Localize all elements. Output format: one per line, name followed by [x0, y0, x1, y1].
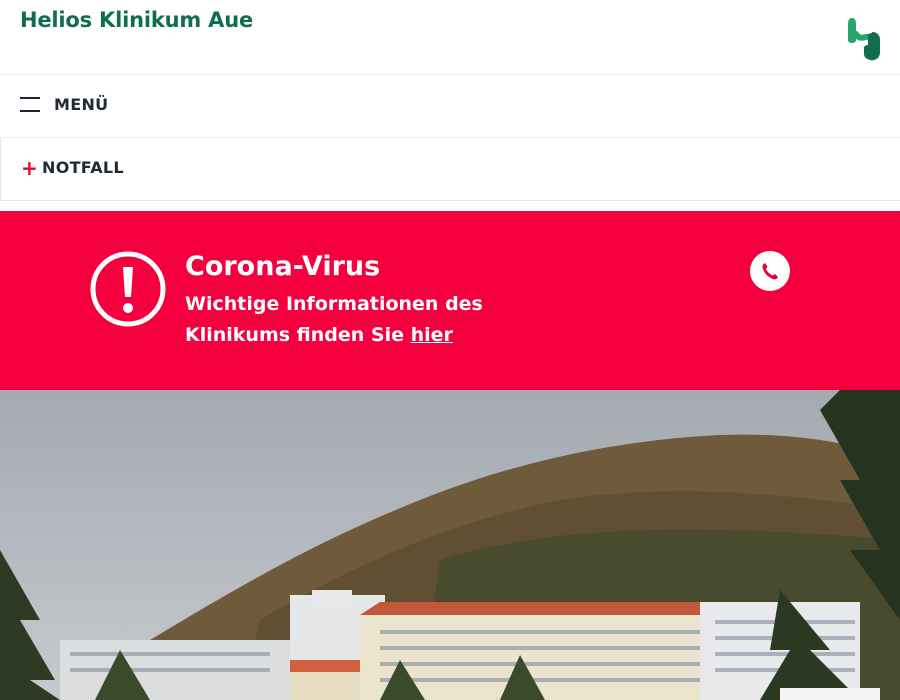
menu-label: MENÜ — [54, 95, 109, 114]
phone-icon — [762, 263, 778, 280]
phone-button[interactable] — [750, 251, 790, 291]
info-link[interactable]: hier — [411, 324, 453, 346]
menu-button[interactable]: MENÜ — [0, 76, 900, 138]
plus-icon: + — [21, 156, 38, 180]
emergency-label: NOTFALL — [42, 158, 124, 177]
clinic-building-photo — [0, 390, 900, 700]
banner-title: Corona-Virus — [185, 251, 381, 282]
banner-text: Wichtige Informationen des Klinikums fin… — [185, 289, 515, 351]
helios-logo-icon[interactable] — [846, 14, 882, 62]
exclamation-circle-icon — [90, 251, 166, 327]
emergency-button[interactable]: + NOTFALL — [0, 138, 900, 201]
hamburger-icon — [20, 97, 40, 113]
site-title[interactable]: Helios Klinikum Aue — [20, 8, 253, 32]
hero-image — [0, 390, 900, 700]
site-header: Helios Klinikum Aue — [0, 0, 900, 75]
corona-banner: Corona-Virus Wichtige Informationen des … — [0, 211, 900, 390]
